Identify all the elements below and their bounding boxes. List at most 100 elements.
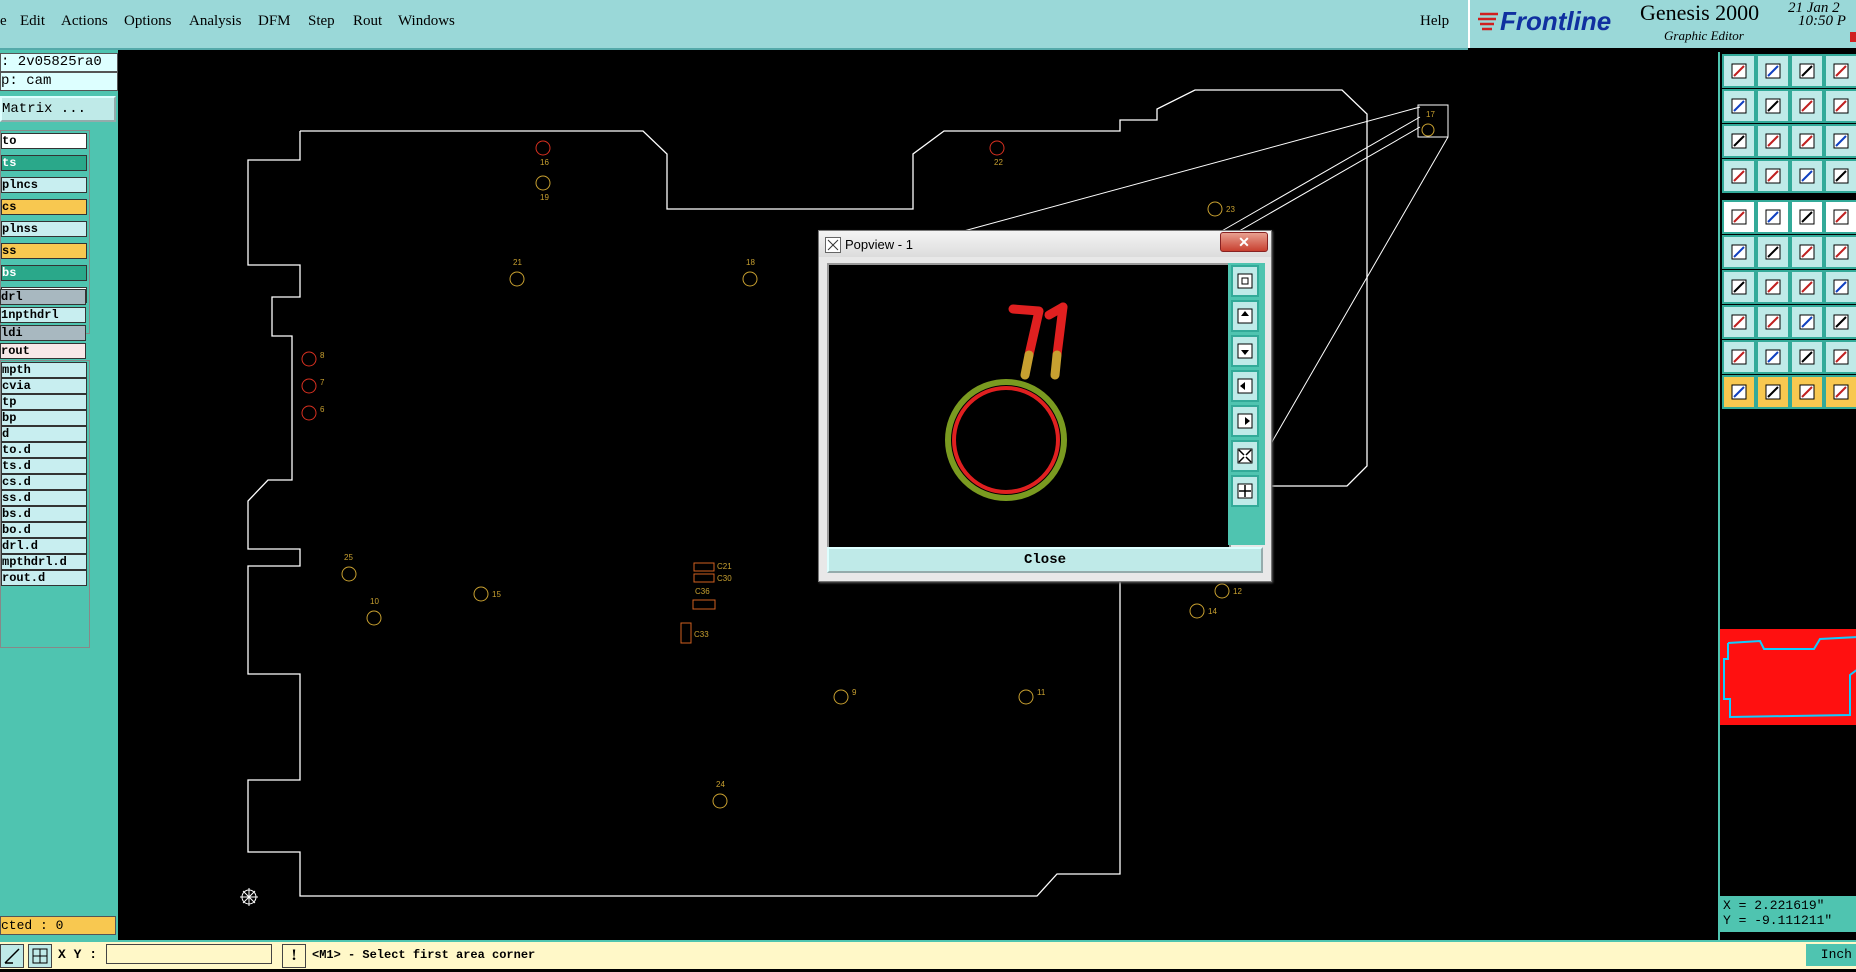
alert-icon[interactable]: ! <box>282 944 306 968</box>
route-icon[interactable] <box>1722 235 1756 269</box>
layer-drl-d[interactable]: drl.d <box>1 538 87 554</box>
menu-options[interactable]: Options <box>124 13 172 30</box>
menu-file[interactable]: e <box>0 13 7 30</box>
pan-left-icon[interactable] <box>1722 89 1756 123</box>
measure-icon[interactable] <box>0 944 24 968</box>
net-icon[interactable] <box>1790 159 1824 193</box>
popview-pan-right-icon[interactable] <box>1231 405 1259 437</box>
window-menu-icon[interactable] <box>825 237 841 253</box>
popview-titlebar[interactable]: Popview - 1 ✕ <box>819 231 1271 257</box>
layer-rout[interactable]: rout <box>0 343 86 359</box>
layer-bs-d[interactable]: bs.d <box>1 506 87 522</box>
layer-ss-d[interactable]: ss.d <box>1 490 87 506</box>
menu-step[interactable]: Step <box>308 13 335 30</box>
redraw-icon[interactable] <box>1790 89 1824 123</box>
triangle-icon[interactable] <box>1722 340 1756 374</box>
zoom-extra-icon[interactable] <box>1824 124 1856 158</box>
layer-d[interactable]: d <box>1 426 87 442</box>
layer-1npthdrl[interactable]: 1npthdrl <box>0 307 86 323</box>
hole-label-12: 12 <box>1233 587 1242 596</box>
menu-rout[interactable]: Rout <box>353 13 382 30</box>
select-point-icon[interactable] <box>1722 200 1756 234</box>
popview-zoom-canvas[interactable] <box>827 263 1231 549</box>
layer-mpth[interactable]: mpth <box>1 362 87 378</box>
popview-zoom-drawing <box>945 302 1068 501</box>
pick-icon[interactable] <box>1824 375 1856 409</box>
layer-ldi[interactable]: ldi <box>0 325 86 341</box>
xy-input[interactable] <box>106 944 272 964</box>
ruler-icon[interactable] <box>1790 200 1824 234</box>
minimap[interactable] <box>1720 629 1856 725</box>
measure-line-icon[interactable] <box>1756 200 1790 234</box>
panel-icon[interactable] <box>1824 54 1856 88</box>
draw-line-icon[interactable] <box>1756 270 1790 304</box>
layer-cs[interactable]: cs <box>1 199 87 215</box>
layer-drl[interactable]: drl <box>0 289 86 305</box>
layer-tp[interactable]: tp <box>1 394 87 410</box>
settings-icon[interactable] <box>1722 159 1756 193</box>
popview-zoom-home-icon[interactable] <box>1231 265 1259 297</box>
layer-rout-d[interactable]: rout.d <box>1 570 87 586</box>
layer-cs-d[interactable]: cs.d <box>1 474 87 490</box>
line-icon[interactable] <box>1824 235 1856 269</box>
menu-windows[interactable]: Windows <box>398 13 455 30</box>
menu-analysis[interactable]: Analysis <box>189 13 242 30</box>
marker-icon[interactable] <box>1824 159 1856 193</box>
open-job-icon[interactable] <box>1722 54 1756 88</box>
zoom-1to1-icon[interactable] <box>1790 124 1824 158</box>
page-icon[interactable] <box>1824 89 1856 123</box>
select-arrow-icon[interactable] <box>1756 375 1790 409</box>
hole-9 <box>833 689 849 705</box>
layer-ts-d[interactable]: ts.d <box>1 458 87 474</box>
menu-help[interactable]: Help <box>1420 13 1449 30</box>
resize-icon[interactable] <box>1790 305 1824 339</box>
layer-plnss[interactable]: plnss <box>1 221 87 237</box>
slot-icon[interactable] <box>1824 270 1856 304</box>
layer-to-d[interactable]: to.d <box>1 442 87 458</box>
add-pad-icon[interactable] <box>1790 235 1824 269</box>
move-arrow-icon[interactable] <box>1790 375 1824 409</box>
popview-zoom-in-icon[interactable] <box>1231 440 1259 472</box>
zoom-fit-icon[interactable] <box>1722 124 1756 158</box>
layer-bo-d[interactable]: bo.d <box>1 522 87 538</box>
popview-pan-down-icon[interactable] <box>1231 335 1259 367</box>
font-icon[interactable] <box>1790 340 1824 374</box>
text-icon[interactable] <box>1756 340 1790 374</box>
layer-bs[interactable]: bs <box>1 265 87 281</box>
arc-icon[interactable] <box>1790 270 1824 304</box>
alert-marker <box>1850 32 1856 42</box>
home-view-icon[interactable] <box>1790 54 1824 88</box>
layer-mpthdrl-d[interactable]: mpthdrl.d <box>1 554 87 570</box>
popview-close-x-button[interactable]: ✕ <box>1220 232 1268 252</box>
grid-icon[interactable] <box>28 944 52 968</box>
popview-close-button[interactable]: Close <box>827 547 1263 573</box>
popview-zoom-out-icon[interactable] <box>1231 475 1259 507</box>
units-toggle[interactable]: Inch <box>1806 944 1856 966</box>
menu-actions[interactable]: Actions <box>61 13 108 30</box>
hole-label-16: 16 <box>540 158 549 167</box>
grid-toggle-icon[interactable] <box>1824 305 1856 339</box>
snap-icon[interactable] <box>1824 200 1856 234</box>
layer-cvia[interactable]: cvia <box>1 378 87 394</box>
popview-pan-up-icon[interactable] <box>1231 300 1259 332</box>
angle-icon[interactable] <box>1722 270 1756 304</box>
matrix-button[interactable]: Matrix ... <box>0 96 116 122</box>
layer-ss[interactable]: ss <box>1 243 87 259</box>
pan-right-icon[interactable] <box>1756 89 1790 123</box>
trace-icon[interactable] <box>1756 305 1790 339</box>
save-icon[interactable] <box>1756 54 1790 88</box>
popview-pan-left-icon[interactable] <box>1231 370 1259 402</box>
layer-bp[interactable]: bp <box>1 410 87 426</box>
pointer-icon[interactable] <box>1722 375 1756 409</box>
layer-plncs[interactable]: plncs <box>1 177 87 193</box>
menu-edit[interactable]: Edit <box>20 13 45 30</box>
cut-icon[interactable] <box>1756 235 1790 269</box>
layer-ts[interactable]: ts <box>1 155 87 171</box>
layer-to[interactable]: to <box>1 133 87 149</box>
flag-icon[interactable] <box>1824 340 1856 374</box>
zoom-center-icon[interactable] <box>1756 124 1790 158</box>
probe-icon[interactable] <box>1756 159 1790 193</box>
pad-select-icon[interactable] <box>1722 305 1756 339</box>
frontline-logo: Frontline <box>1500 6 1612 36</box>
menu-dfm[interactable]: DFM <box>258 13 291 30</box>
